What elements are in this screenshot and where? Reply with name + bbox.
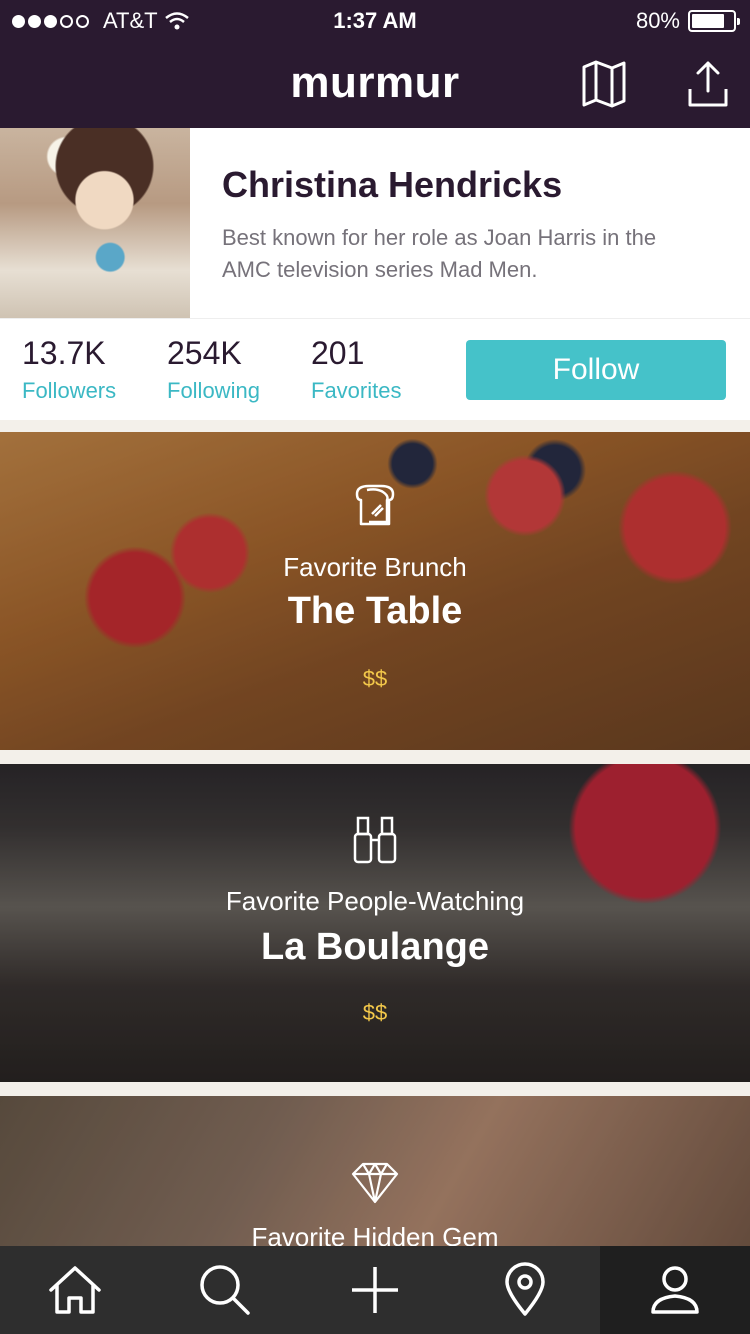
search-icon [200, 1265, 250, 1315]
toast-icon [355, 484, 395, 526]
stat-label: Favorites [311, 378, 402, 403]
home-icon [49, 1266, 101, 1314]
stat-value: 254K [167, 335, 242, 371]
location-pin-icon [505, 1262, 545, 1316]
card-price: $$ [362, 666, 388, 691]
profile-stats: 13.7K Followers 254K Following 201 Favor… [0, 318, 750, 420]
card-category: Favorite People-Watching [225, 886, 525, 916]
favorite-card[interactable]: Favorite People-Watching La Boulange $$ [0, 764, 750, 1082]
map-icon [582, 60, 626, 108]
favorite-card[interactable]: Favorite Hidden Gem [0, 1096, 750, 1246]
card-category: Favorite Hidden Gem [251, 1222, 499, 1246]
tab-search[interactable] [150, 1246, 300, 1334]
profile-bio: Best known for her role as Joan Harris i… [222, 225, 657, 282]
binoculars-icon [353, 816, 397, 864]
stat-value: 201 [311, 335, 365, 371]
card-category: Favorite Brunch [283, 552, 467, 582]
card-price: $$ [362, 1000, 388, 1025]
stat-label: Followers [22, 378, 117, 403]
profile-photo[interactable] [0, 128, 190, 318]
stat-label: Following [167, 378, 260, 403]
tab-home[interactable] [0, 1246, 150, 1334]
battery-icon [688, 10, 740, 32]
profile-icon [651, 1266, 699, 1314]
card-place-name: The Table [287, 590, 463, 632]
share-icon [688, 61, 728, 107]
stat-favorites[interactable]: 201 Favorites [311, 335, 401, 404]
add-icon [352, 1267, 398, 1313]
battery-percent: 80% [635, 8, 680, 33]
profile-name: Christina Hendricks [222, 164, 563, 205]
status-bar: AT&T 1:37 AM 80% [0, 0, 750, 40]
tab-add[interactable] [300, 1246, 450, 1334]
tab-bar [0, 1246, 750, 1334]
card-place-name: La Boulange [260, 926, 490, 968]
tab-profile[interactable] [600, 1246, 750, 1334]
map-button[interactable] [578, 58, 630, 110]
tab-places[interactable] [450, 1246, 600, 1334]
app-logo: murmur [290, 58, 460, 107]
diamond-icon [351, 1162, 399, 1204]
stat-followers[interactable]: 13.7K Followers [22, 335, 116, 404]
follow-button[interactable]: Follow [466, 340, 726, 400]
share-button[interactable] [682, 58, 734, 110]
favorite-card[interactable]: Favorite Brunch The Table $$ [0, 432, 750, 750]
profile-header: Christina Hendricks Best known for her r… [0, 128, 750, 318]
stat-value: 13.7K [22, 335, 106, 371]
header: AT&T 1:37 AM 80% murmur [0, 0, 750, 128]
stat-following[interactable]: 254K Following [167, 335, 260, 404]
